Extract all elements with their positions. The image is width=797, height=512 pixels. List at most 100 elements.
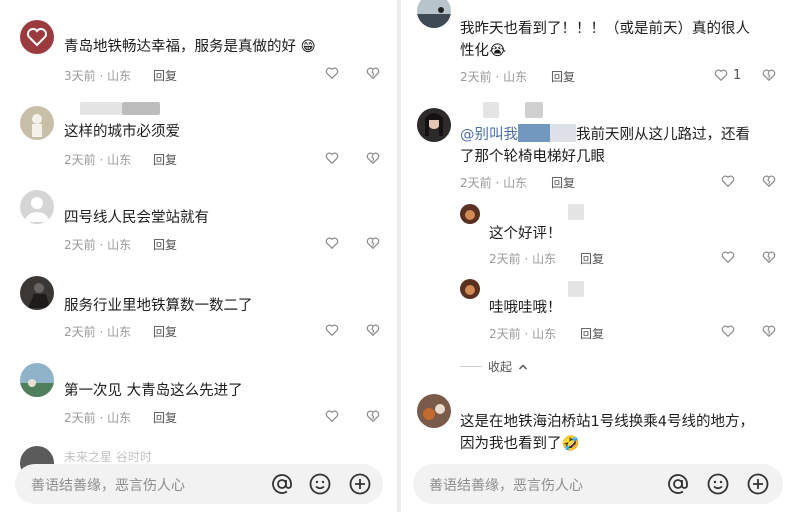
comment-username-partial: 未来之星 谷时时 (64, 450, 152, 464)
reply-button[interactable]: 回复 (153, 236, 177, 253)
comment-meta: 2天前 · 山东 (460, 70, 528, 84)
dislike-button[interactable] (365, 322, 381, 342)
heart-icon (325, 67, 339, 79)
comment-meta: 2天前 · 山东 (489, 327, 557, 341)
dislike-heart-icon (366, 237, 380, 249)
dislike-button[interactable] (761, 67, 777, 87)
heart-icon (714, 69, 728, 81)
comment-input[interactable]: 善语结善缘，恶言伤人心 (413, 464, 783, 504)
dislike-button[interactable] (365, 235, 381, 255)
username-blurred (518, 124, 576, 142)
reply-text: 哇哦哇哦！ (489, 300, 562, 316)
comment-meta: 2天前 · 山东 (64, 238, 132, 252)
like-button[interactable] (720, 249, 736, 265)
dislike-heart-icon (762, 251, 776, 263)
like-button[interactable] (720, 173, 736, 189)
comment-text: 青岛地铁畅达幸福，服务是真做的好 😁 (64, 39, 316, 55)
comment-meta: 2天前 · 山东 (460, 176, 528, 190)
grin-emoji-icon: 😁 (300, 39, 316, 55)
comment-text: 因为我也看到了🤣 (460, 436, 580, 452)
username-blurred (80, 102, 122, 115)
avatar[interactable] (20, 106, 54, 140)
reply-button[interactable]: 回复 (153, 67, 177, 84)
emoji-face-icon[interactable] (308, 472, 332, 496)
reply-button[interactable]: 回复 (153, 409, 177, 426)
heart-icon (721, 325, 735, 337)
comment-text: 了那个轮椅电梯好几眼 (460, 149, 605, 165)
like-button[interactable] (324, 65, 340, 81)
emoji-face-icon[interactable] (706, 472, 730, 496)
heart-icon (721, 175, 735, 187)
like-button[interactable] (720, 323, 736, 339)
comment-item: 四号线人民会堂站就有 2天前 · 山东 回复 (0, 184, 397, 254)
like-button[interactable] (324, 408, 340, 424)
avatar[interactable] (460, 279, 480, 299)
tear-emoji-icon: 😭 (489, 43, 506, 59)
dislike-heart-icon (366, 410, 380, 422)
plus-circle-icon[interactable] (746, 472, 770, 496)
comment-meta: 2天前 · 山东 (64, 325, 132, 339)
like-button[interactable] (324, 235, 340, 251)
at-icon[interactable] (666, 472, 690, 496)
avatar[interactable] (417, 0, 451, 28)
comment-item: 第一次见 大青岛这么先进了 2天前 · 山东 回复 (0, 355, 397, 425)
dislike-heart-icon (762, 325, 776, 337)
dislike-button[interactable] (365, 150, 381, 170)
dislike-heart-icon (366, 324, 380, 336)
reply-item: 哇哦哇哦！ 2天前 · 山东 回复 (401, 275, 797, 345)
heart-icon (325, 410, 339, 422)
collapse-label: 收起 (488, 360, 513, 374)
dislike-heart-icon (762, 175, 776, 187)
reply-button[interactable]: 回复 (551, 174, 575, 191)
dislike-button[interactable] (365, 65, 381, 85)
comment-meta: 2天前 · 山东 (64, 153, 132, 167)
heart-icon (325, 324, 339, 336)
avatar[interactable] (417, 108, 451, 142)
collapse-replies-button[interactable]: 收起 (460, 358, 528, 375)
left-comment-panel: 青岛地铁畅达幸福，服务是真做的好 😁 3天前 · 山东 回复 这样的城市必须爱 … (0, 0, 397, 512)
like-button[interactable] (324, 322, 340, 338)
heart-icon (325, 152, 339, 164)
comment-item: 这是在地铁海泊桥站1号线换乘4号线的地方， 因为我也看到了🤣 (401, 390, 797, 460)
avatar[interactable] (20, 363, 54, 397)
avatar[interactable] (20, 20, 54, 54)
comment-item: @别叫我 我前天刚从这儿路过，还看 了那个轮椅电梯好几眼 2天前 · 山东 回复 (401, 100, 797, 192)
comment-text: 第一次见 大青岛这么先进了 (64, 383, 243, 399)
comment-text: 四号线人民会堂站就有 (64, 210, 209, 226)
dislike-button[interactable] (761, 249, 777, 269)
reply-button[interactable]: 回复 (153, 151, 177, 168)
comment-text: 性化😭 (460, 43, 506, 59)
at-icon[interactable] (270, 472, 294, 496)
reply-button[interactable]: 回复 (580, 325, 604, 342)
comment-meta: 3天前 · 山东 (64, 69, 132, 83)
like-button[interactable] (324, 150, 340, 166)
avatar[interactable] (460, 204, 480, 224)
comment-input-placeholder: 善语结善缘，恶言伤人心 (429, 478, 583, 494)
dislike-button[interactable] (365, 408, 381, 428)
reply-button[interactable]: 回复 (551, 68, 575, 85)
heart-icon (325, 237, 339, 249)
chevron-up-icon (518, 363, 528, 370)
plus-circle-icon[interactable] (348, 472, 372, 496)
like-button[interactable]: 1 (713, 67, 741, 83)
username-blurred (568, 281, 584, 297)
dislike-button[interactable] (761, 323, 777, 343)
comment-item: 这样的城市必须爱 2天前 · 山东 回复 (0, 98, 397, 168)
comment-text: 这是在地铁海泊桥站1号线换乘4号线的地方， (460, 414, 754, 430)
comment-text: @别叫我 我前天刚从这儿路过，还看 (460, 124, 750, 146)
dislike-button[interactable] (761, 173, 777, 193)
reply-item: 这个好评！ 2天前 · 山东 回复 (401, 200, 797, 270)
avatar[interactable] (20, 276, 54, 310)
reply-text: 这个好评！ (489, 226, 562, 242)
dislike-heart-icon (366, 152, 380, 164)
comment-item: 青岛地铁畅达幸福，服务是真做的好 😁 3天前 · 山东 回复 (0, 14, 397, 84)
comment-item: 服务行业里地铁算数一数二了 2天前 · 山东 回复 (0, 270, 397, 340)
avatar[interactable] (417, 394, 451, 428)
comment-input[interactable]: 善语结善缘，恶言伤人心 (15, 464, 383, 504)
username-blurred (568, 204, 584, 220)
dislike-heart-icon (366, 67, 380, 79)
reply-button[interactable]: 回复 (153, 323, 177, 340)
reply-button[interactable]: 回复 (580, 250, 604, 267)
mention-link[interactable]: @别叫我 (460, 127, 518, 143)
avatar[interactable] (20, 190, 54, 224)
